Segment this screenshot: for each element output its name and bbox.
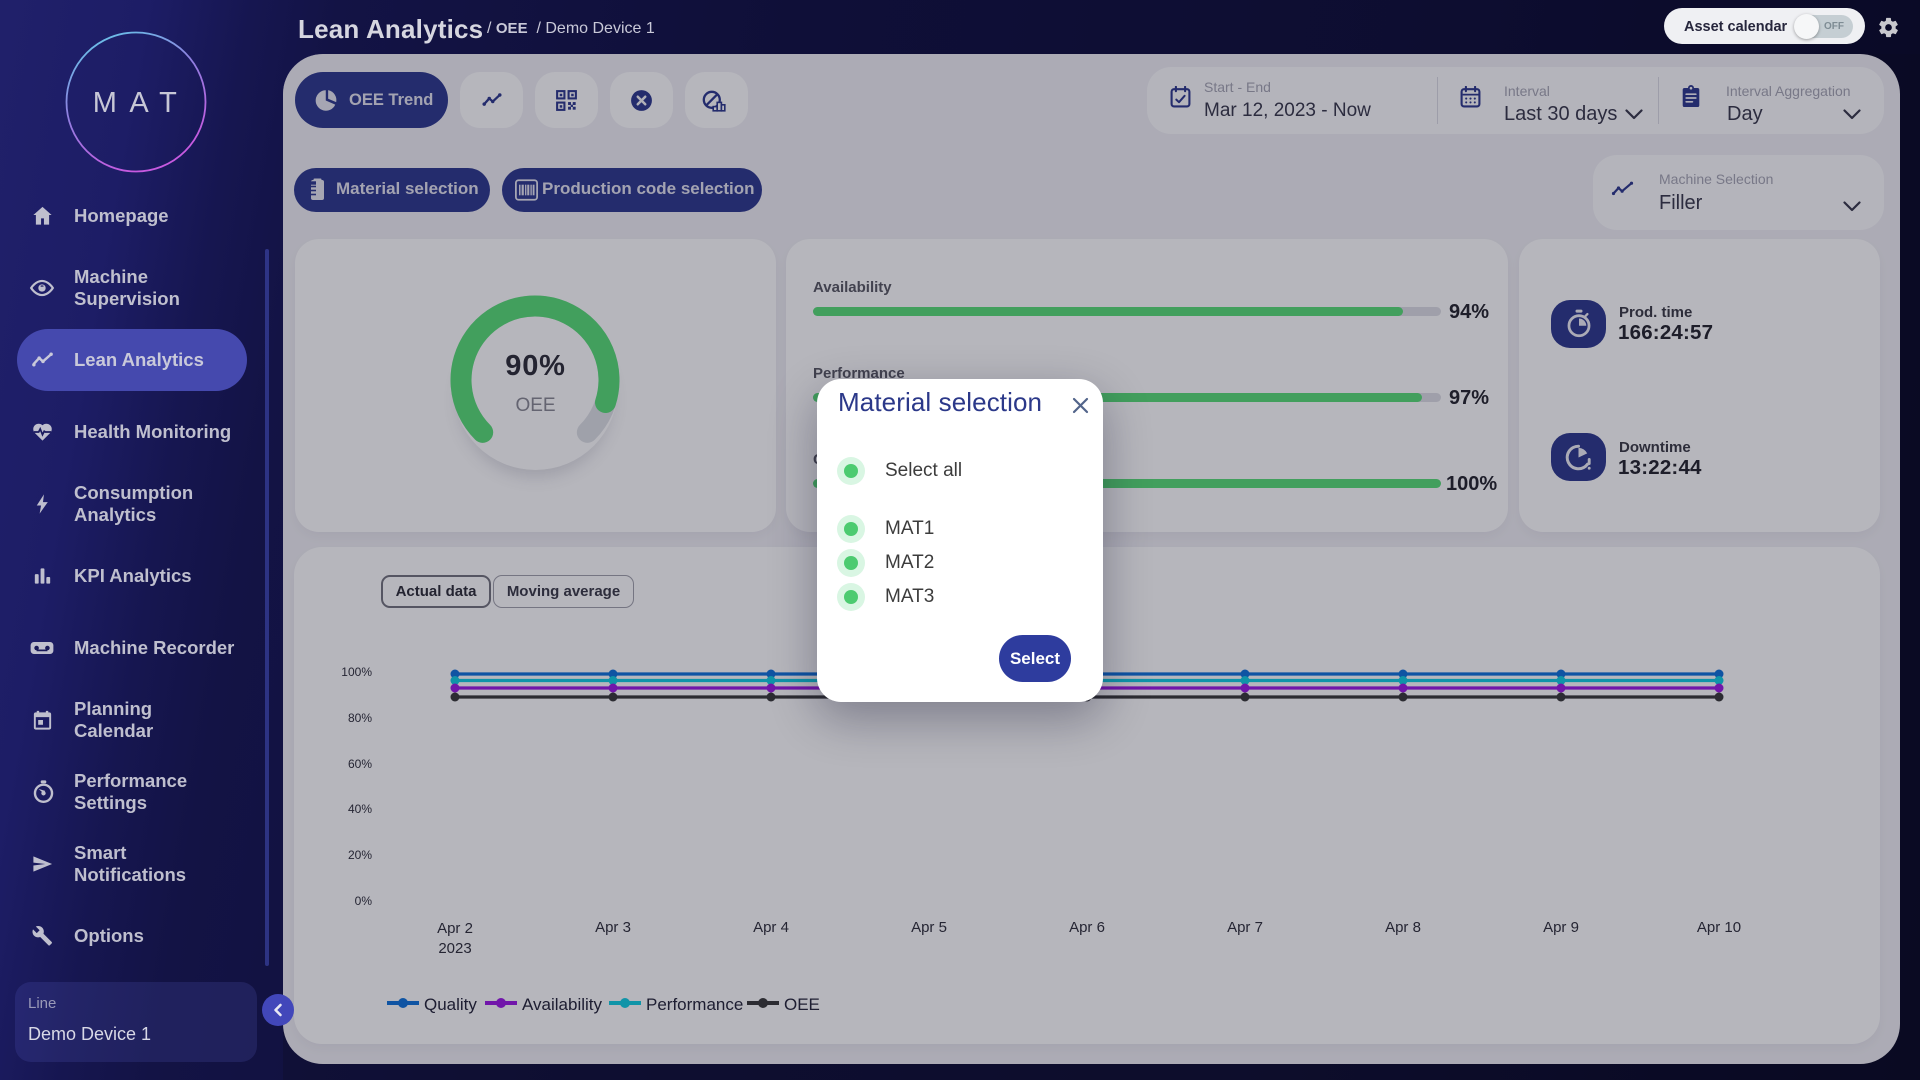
svg-text:MAT: MAT xyxy=(93,87,190,119)
